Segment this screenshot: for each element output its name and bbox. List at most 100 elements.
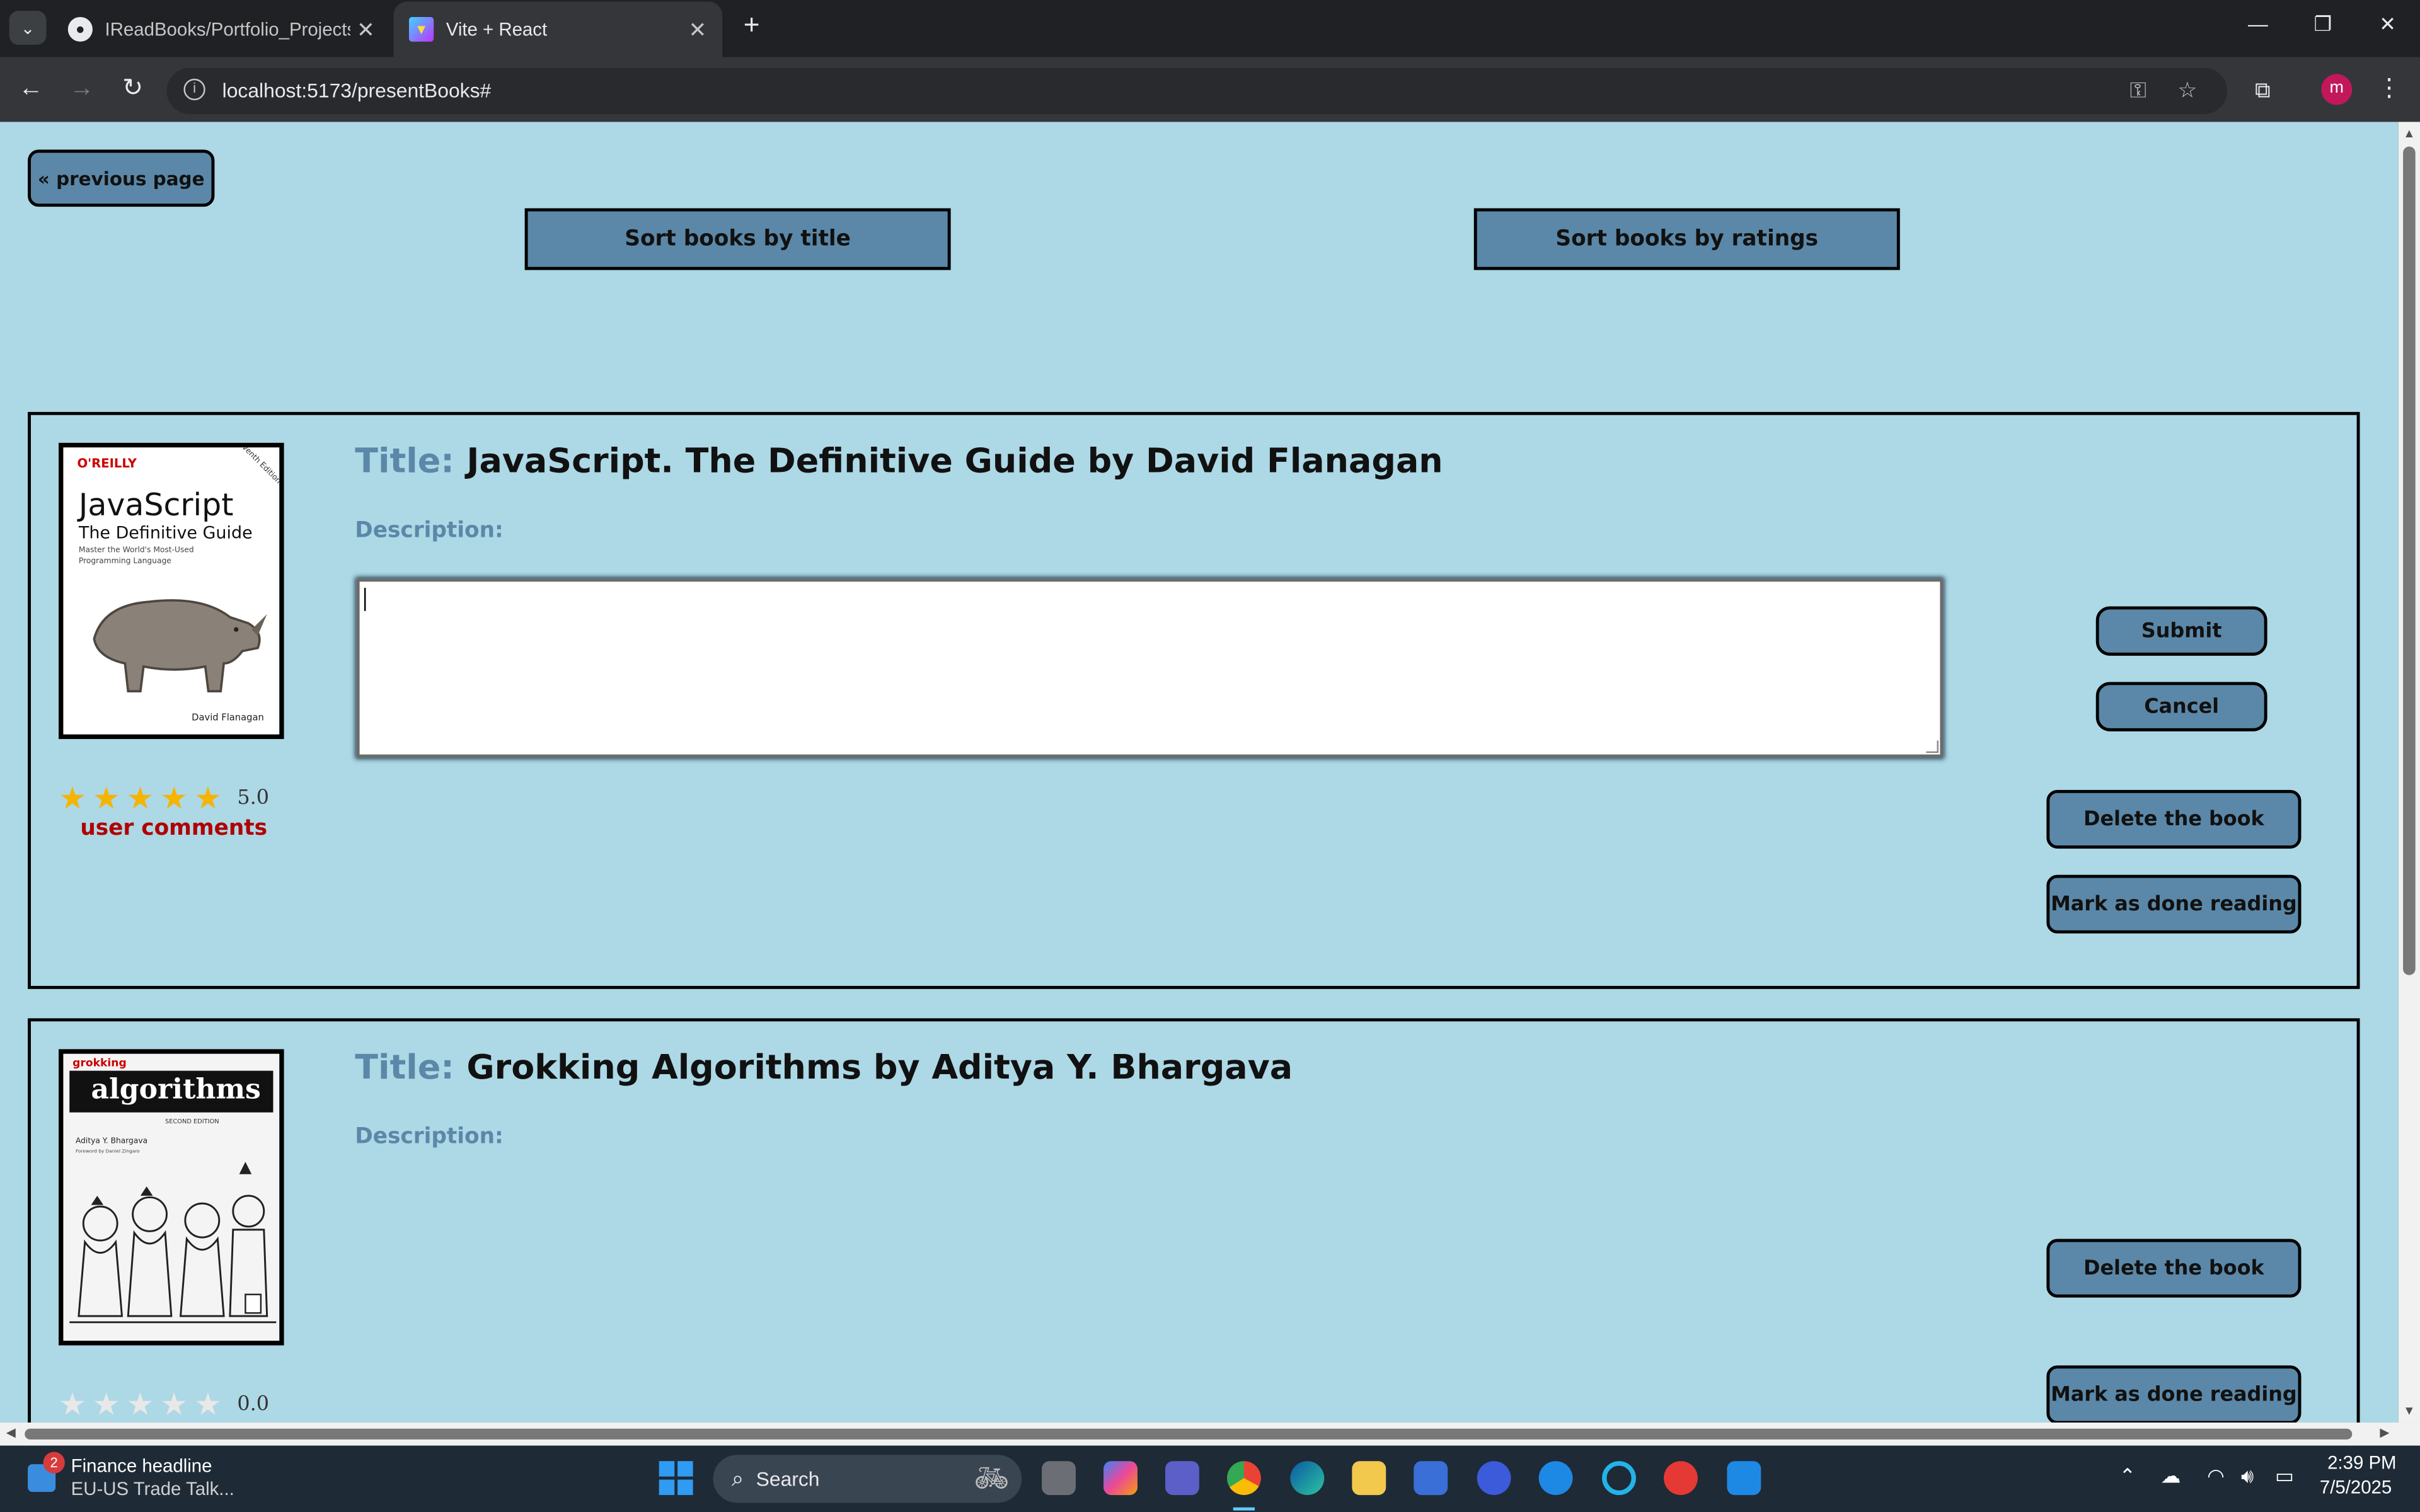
cortana-icon[interactable] [1602,1461,1636,1496]
star-icon[interactable]: ★ [127,779,154,816]
book-title: Title: JavaScript. The Definitive Guide b… [355,443,1443,481]
delete-book-button[interactable]: Delete the book [2046,1239,2302,1298]
copilot-icon[interactable] [1103,1461,1138,1496]
mark-done-button[interactable]: Mark as done reading [2046,874,2302,934]
scroll-left-icon[interactable]: ◀ [6,1426,16,1440]
submit-button[interactable]: Submit [2095,606,2267,656]
file-explorer-icon[interactable] [1352,1461,1386,1496]
cover-badge: Seventh Edition [233,442,283,486]
horizontal-scroll-thumb[interactable] [25,1428,2353,1440]
news-text[interactable]: EU-US Trade Talk... [71,1478,234,1499]
cover-publisher: O'REILLY [77,456,137,471]
resize-grip[interactable] [1926,740,1939,753]
vite-icon: ▼ [408,16,434,42]
wifi-icon[interactable]: ◠ [2207,1464,2225,1489]
scroll-right-icon[interactable]: ▶ [2380,1426,2389,1440]
minimize-icon[interactable]: — [2235,13,2281,43]
menu-kebab-icon[interactable]: ⋮ [2372,74,2406,108]
new-tab-icon[interactable]: + [735,9,769,47]
book-title: Title: Grokking Algorithms by Aditya Y. B… [355,1049,1293,1087]
cancel-button[interactable]: Cancel [2095,682,2267,731]
star-icon[interactable]: ★ [93,1385,120,1423]
office-icon[interactable] [1664,1461,1698,1496]
sort-by-ratings-button[interactable]: Sort books by ratings [1473,208,1900,270]
back-icon[interactable]: ← [14,74,48,108]
bookmark-star-icon[interactable]: ☆ [2178,77,2198,103]
start-icon[interactable] [659,1461,693,1496]
scroll-up-icon[interactable]: ▲ [2403,127,2415,140]
chrome-icon[interactable] [1226,1461,1261,1496]
cover-author: David Flanagan [192,713,264,724]
close-window-icon[interactable]: ✕ [2365,13,2411,43]
rating-stars[interactable]: ★ ★ ★ ★ ★ 5.0 [59,779,269,816]
password-key-icon[interactable]: ⚿ [2130,77,2146,103]
help-icon[interactable] [1538,1461,1573,1496]
star-icon[interactable]: ★ [194,1385,222,1423]
previous-page-button[interactable]: « previous page [28,149,215,207]
vertical-scroll-thumb[interactable] [2403,146,2416,975]
book-card: grokking algorithms SECOND EDITION Adity… [28,1018,2360,1423]
tab-github[interactable]: ● IReadBooks/Portfolio_Projects/I ✕ [52,1,390,57]
text-caret [364,588,366,611]
profile-avatar[interactable]: m [2321,74,2353,105]
news-title[interactable]: Finance headline [71,1455,212,1476]
chevron-up-icon[interactable]: ⌃ [2119,1464,2136,1489]
description-textarea[interactable] [356,578,1944,758]
close-tab-icon[interactable]: ✕ [350,16,381,43]
ms-store-icon[interactable] [1414,1461,1448,1496]
search-icon: ⌕ [731,1465,744,1491]
active-indicator [1233,1507,1255,1511]
mark-done-button[interactable]: Mark as done reading [2046,1365,2302,1423]
battery-icon[interactable]: ▭ [2275,1464,2294,1489]
description-label: Description: [355,518,504,544]
onedrive-icon[interactable]: ☁ [2161,1464,2181,1489]
news-badge: 2 [43,1452,65,1474]
sort-by-title-button[interactable]: Sort books by title [524,208,951,270]
url-text: localhost:5173/presentBooks# [222,78,492,102]
site-info-icon[interactable]: i [183,78,205,101]
clock-time[interactable]: 2:39 PM [2327,1452,2396,1474]
cover-title: JavaScript [78,486,234,524]
page-content: « previous page Sort books by title Sort… [0,122,2399,1423]
taskbar-search[interactable]: ⌕ Search 🚲︎ [713,1455,1022,1503]
edge-icon[interactable] [1290,1461,1325,1496]
user-comments-link[interactable]: user comments [80,816,267,841]
book-cover-javascript: O'REILLY Seventh Edition JavaScript The … [59,442,284,740]
tab-title: IReadBooks/Portfolio_Projects/I [105,18,350,40]
delete-book-button[interactable]: Delete the book [2046,789,2302,849]
star-icon[interactable]: ★ [59,1385,86,1423]
task-view-icon[interactable] [1042,1461,1076,1496]
rhinoceros-illustration [93,599,267,692]
close-tab-icon[interactable]: ✕ [682,16,713,43]
star-icon[interactable]: ★ [160,1385,188,1423]
chevron-down-icon: ⌄ [20,19,35,38]
description-label: Description: [355,1125,504,1150]
rating-stars[interactable]: ★ ★ ★ ★ ★ 0.0 [59,1385,269,1423]
star-icon[interactable]: ★ [93,779,120,816]
rating-value: 0.0 [237,1392,270,1416]
vscode-icon[interactable] [1727,1461,1761,1496]
forward-icon[interactable]: → [65,74,99,108]
search-label: Search [756,1467,820,1491]
app-icon[interactable] [1477,1461,1511,1496]
star-icon[interactable]: ★ [127,1385,154,1423]
star-icon[interactable]: ★ [194,779,222,816]
cover-edition: SECOND EDITION [165,1117,219,1125]
extensions-icon[interactable]: ⧉ [2245,74,2279,108]
teams-icon[interactable] [1165,1461,1199,1496]
star-icon[interactable]: ★ [59,779,86,816]
reload-icon[interactable]: ↻ [116,74,150,108]
address-bar[interactable]: i localhost:5173/presentBooks# ⚿ ☆ [166,67,2227,115]
volume-icon[interactable]: 🔊︎ [2241,1464,2254,1489]
bike-icon: 🚲︎ [974,1462,1010,1494]
tab-search-button[interactable]: ⌄ [9,11,47,45]
cover-author: Aditya Y. Bhargava [76,1137,148,1147]
book-card: O'REILLY Seventh Edition JavaScript The … [28,411,2360,989]
tab-vite-react[interactable]: ▼ Vite + React ✕ [393,1,723,57]
restore-icon[interactable]: ❐ [2300,13,2346,43]
clock-date[interactable]: 7/5/2025 [2320,1477,2392,1498]
scroll-down-icon[interactable]: ▼ [2403,1404,2415,1418]
tab-title: Vite + React [446,18,548,40]
star-icon[interactable]: ★ [160,779,188,816]
github-icon: ● [67,16,93,42]
